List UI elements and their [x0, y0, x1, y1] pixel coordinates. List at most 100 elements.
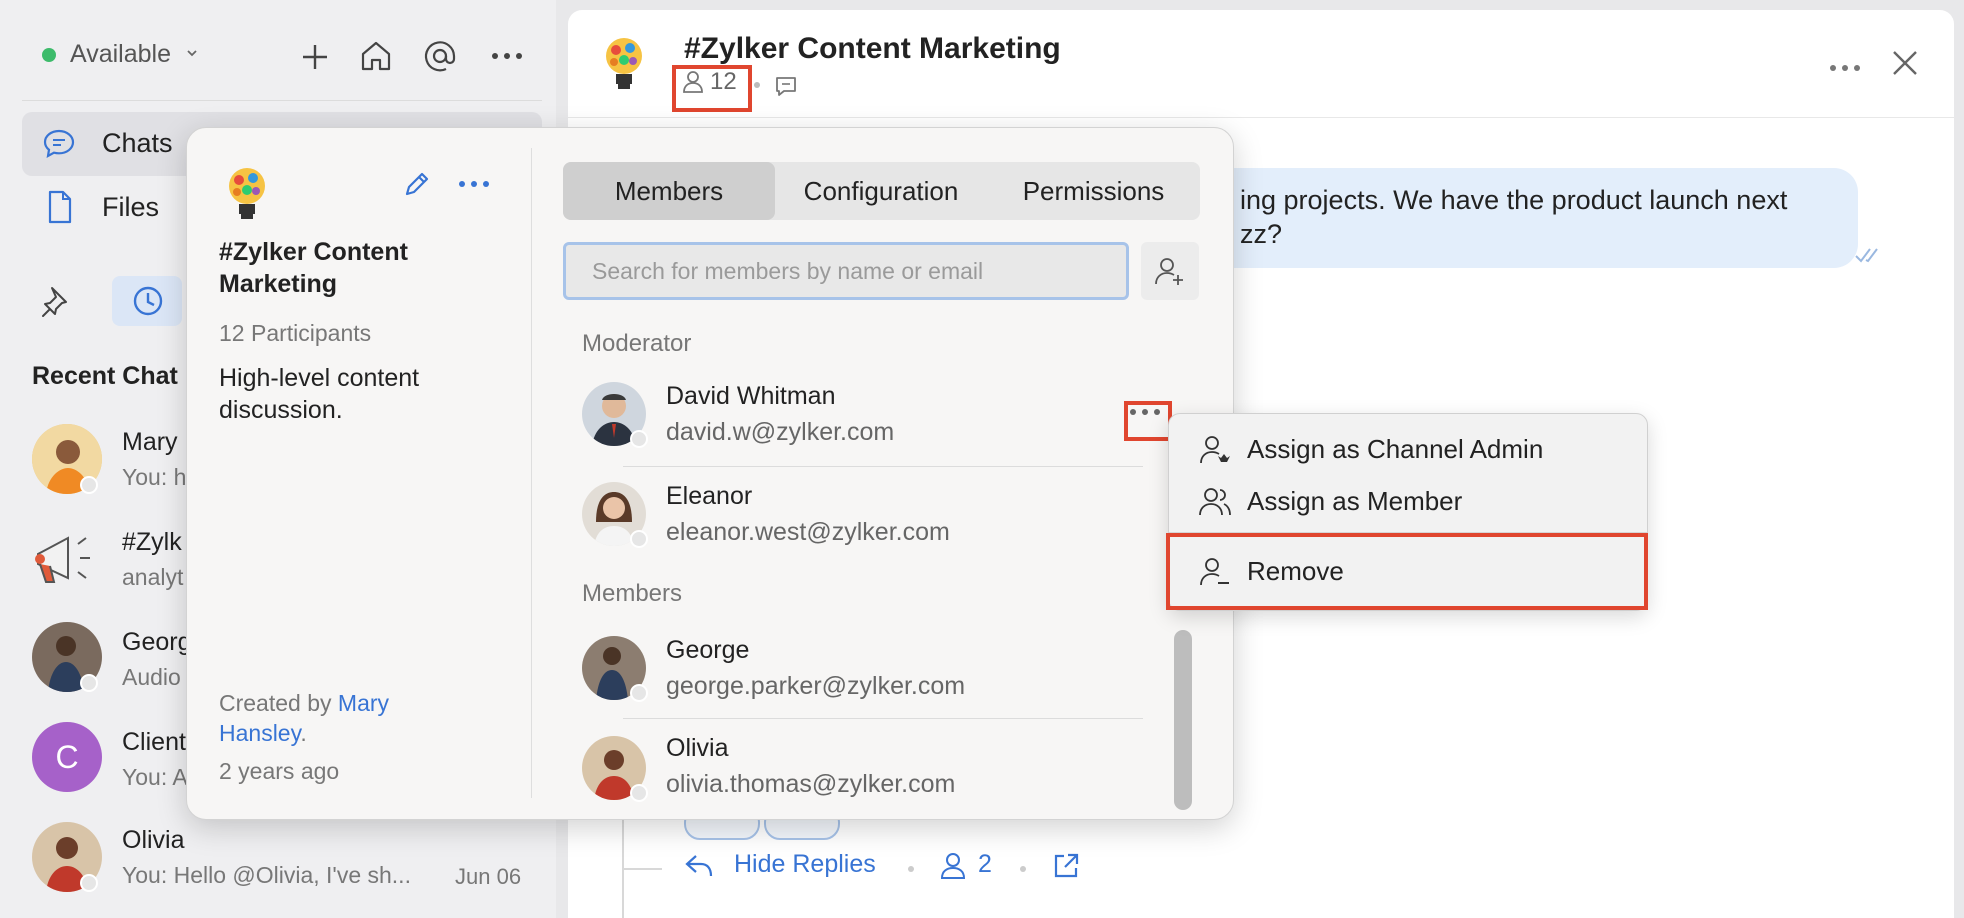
user-admin-icon	[1199, 435, 1231, 465]
plus-icon[interactable]	[298, 40, 332, 74]
member-row[interactable]: Olivia olivia.thomas@zylker.com	[582, 734, 1142, 816]
channel-logo	[225, 164, 269, 224]
created-suffix: .	[300, 720, 307, 746]
close-icon[interactable]	[1890, 48, 1920, 78]
chat-preview: Audio	[122, 664, 181, 690]
presence-dot	[630, 530, 648, 548]
popover-title: #Zylker Content Marketing	[219, 238, 408, 298]
pin-icon[interactable]	[40, 284, 72, 318]
thread-line	[622, 868, 662, 870]
add-member-button[interactable]	[1141, 242, 1199, 300]
tab-permissions[interactable]: Permissions	[987, 162, 1200, 220]
created-by: Created by Mary Hansley.	[219, 688, 449, 748]
menu-label: Assign as Member	[1247, 486, 1463, 516]
tab-configuration[interactable]: Configuration	[775, 162, 987, 220]
status-label: Available	[70, 40, 172, 68]
scrollbar-thumb[interactable]	[1174, 630, 1192, 810]
member-name: David Whitman	[666, 382, 836, 410]
member-row[interactable]: George george.parker@zylker.com	[582, 636, 1142, 716]
member-search-input[interactable]: Search for members by name or email	[563, 242, 1129, 300]
member-row[interactable]: David Whitman david.w@zylker.com	[582, 382, 1142, 462]
divider	[22, 100, 542, 101]
chat-name: Mary	[122, 428, 178, 456]
read-receipt-icon	[1854, 246, 1884, 264]
member-email: george.parker@zylker.com	[666, 672, 966, 700]
separator-dot	[1020, 866, 1026, 872]
menu-assign-channel-admin[interactable]: Assign as Channel Admin	[1169, 424, 1647, 474]
users-icon	[1199, 487, 1231, 517]
menu-assign-member[interactable]: Assign as Member	[1169, 476, 1647, 526]
presence-dot	[630, 430, 648, 448]
row-divider	[623, 466, 1143, 467]
presence-dot	[630, 684, 648, 702]
member-name: Eleanor	[666, 482, 753, 510]
open-external-icon[interactable]	[1052, 852, 1080, 880]
edit-icon[interactable]	[401, 168, 433, 200]
channel-logo	[602, 34, 646, 94]
mention-icon[interactable]	[422, 38, 458, 74]
members-heading: Members	[582, 580, 683, 607]
row-divider	[623, 718, 1143, 719]
chat-preview: You: Hello @Olivia, I've sh...	[122, 862, 411, 888]
divider	[531, 148, 532, 798]
created-ago: 2 years ago	[219, 758, 340, 784]
tab-members[interactable]: Members	[563, 162, 775, 220]
channel-info-popover: #Zylker Content Marketing 12 Participant…	[186, 127, 1234, 820]
clock-icon	[131, 284, 165, 318]
thread-line	[622, 804, 624, 918]
chat-name: Olivia	[122, 826, 185, 854]
chat-preview: You: h	[122, 464, 187, 490]
hide-replies-button[interactable]: Hide Replies	[684, 846, 920, 886]
message-line: zz?	[1240, 219, 1283, 249]
chat-name: Georg	[122, 628, 192, 656]
member-name: Olivia	[666, 734, 729, 762]
chat-name: #Zylk	[122, 528, 182, 556]
highlight-box	[672, 65, 752, 112]
chat-preview: You: A	[122, 764, 188, 790]
highlight-box	[1166, 533, 1648, 610]
tab-bar: Members Configuration Permissions	[563, 162, 1200, 220]
recent-tab[interactable]	[112, 276, 182, 326]
more-icon[interactable]	[457, 176, 491, 192]
created-by-prefix: Created by	[219, 690, 338, 716]
nav-files-label: Files	[102, 192, 160, 222]
chevron-down-icon	[185, 46, 199, 60]
menu-label: Assign as Channel Admin	[1247, 434, 1544, 464]
member-row[interactable]: Eleanor eleanor.west@zylker.com	[582, 482, 1142, 562]
moderator-heading: Moderator	[582, 330, 692, 357]
separator-dot	[754, 82, 760, 88]
megaphone-icon	[30, 524, 102, 596]
channel-title: #Zylker Content Marketing	[684, 32, 1061, 65]
file-icon	[46, 190, 74, 224]
creator-link[interactable]: Mary	[338, 690, 389, 716]
reply-count: 2	[978, 850, 992, 878]
presence-dot	[80, 476, 98, 494]
presence-dot	[630, 784, 648, 802]
chat-preview: analyt	[122, 564, 184, 590]
chat-time: Jun 06	[455, 864, 522, 889]
add-user-icon	[1155, 256, 1185, 286]
member-email: olivia.thomas@zylker.com	[666, 770, 956, 798]
search-placeholder: Search for members by name or email	[592, 258, 984, 284]
message-line: ing projects. We have the product launch…	[1240, 185, 1788, 215]
avatar: C	[32, 722, 102, 792]
channel-description: High-level content discussion.	[219, 364, 420, 424]
more-icon[interactable]	[1828, 58, 1862, 78]
chat-bubble-icon	[42, 128, 76, 160]
home-icon[interactable]	[358, 38, 394, 74]
hide-replies-label: Hide Replies	[734, 850, 876, 878]
member-email: david.w@zylker.com	[666, 418, 895, 446]
nav-chats-label: Chats	[102, 128, 173, 158]
creator-link[interactable]: Hansley	[219, 720, 300, 746]
reply-icon	[684, 852, 714, 880]
presence-dot	[80, 874, 98, 892]
comment-icon[interactable]	[774, 75, 798, 99]
more-icon[interactable]	[490, 46, 524, 66]
separator-dot	[908, 866, 914, 872]
participants-count: 12 Participants	[219, 320, 372, 346]
user-icon	[940, 852, 966, 880]
header-divider	[568, 117, 1954, 118]
chat-row[interactable]: Olivia You: Hello @Olivia, I've sh... Ju…	[0, 810, 556, 910]
status-selector[interactable]: Available	[30, 38, 200, 72]
member-name: George	[666, 636, 750, 664]
